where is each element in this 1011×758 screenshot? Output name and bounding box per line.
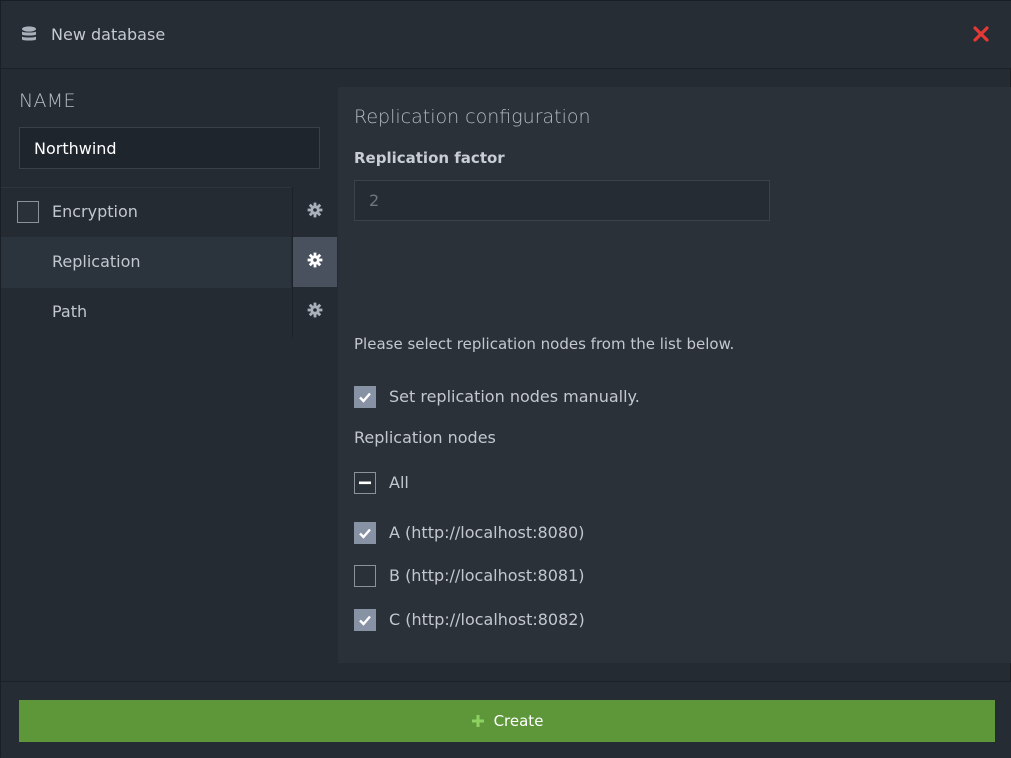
sidebar-item-body[interactable]: Replication <box>1 237 291 287</box>
close-icon[interactable] <box>970 23 992 45</box>
sidebar-item-replication[interactable]: Replication <box>1 237 337 287</box>
database-name-input[interactable] <box>19 127 320 169</box>
node-all-label: All <box>389 473 409 492</box>
dialog-title: New database <box>51 25 166 44</box>
node-all-checkbox[interactable] <box>354 472 376 494</box>
node-c-checkbox[interactable] <box>354 609 376 631</box>
check-icon <box>359 392 371 403</box>
sidebar-item-body[interactable]: Path <box>1 287 291 337</box>
check-icon <box>359 528 371 539</box>
replication-nodes-label: Replication nodes <box>354 428 496 447</box>
dialog-footer: Create <box>1 681 1011 758</box>
replication-panel: Replication configuration Replication fa… <box>338 87 1011 663</box>
gear-icon <box>307 252 323 272</box>
node-b-checkbox[interactable] <box>354 565 376 587</box>
sidebar-item-label: Replication <box>52 252 141 271</box>
node-a-label: A (http://localhost:8080) <box>389 523 585 542</box>
plus-icon <box>471 715 484 727</box>
sidebar-item-label: Path <box>52 302 88 321</box>
manual-nodes-checkbox[interactable] <box>354 386 376 408</box>
minus-icon <box>359 481 371 485</box>
create-button-label: Create <box>493 712 544 730</box>
check-icon <box>359 615 371 626</box>
sidebar-item-label: Encryption <box>52 202 138 221</box>
manual-nodes-label: Set replication nodes manually. <box>389 387 640 406</box>
replication-factor-input: 2 <box>354 180 770 221</box>
panel-title: Replication configuration <box>354 106 591 128</box>
database-icon <box>20 25 38 45</box>
sidebar-item-body[interactable]: Encryption <box>1 187 291 237</box>
path-settings-button[interactable] <box>292 287 337 337</box>
replication-factor-label: Replication factor <box>354 149 505 167</box>
node-b-label: B (http://localhost:8081) <box>389 566 585 585</box>
encryption-checkbox[interactable] <box>17 201 39 223</box>
create-button[interactable]: Create <box>19 700 995 742</box>
dialog-header: New database <box>1 1 1011 69</box>
gear-icon <box>307 302 323 322</box>
replication-settings-button[interactable] <box>292 237 337 287</box>
node-a-checkbox[interactable] <box>354 522 376 544</box>
encryption-settings-button[interactable] <box>292 187 337 237</box>
gear-icon <box>307 202 323 222</box>
name-label: NAME <box>19 90 76 112</box>
sidebar-item-path[interactable]: Path <box>1 287 337 337</box>
node-c-label: C (http://localhost:8082) <box>389 610 585 629</box>
new-database-dialog: New database NAME Encryption Replication <box>0 0 1011 758</box>
sidebar-item-encryption[interactable]: Encryption <box>1 187 337 237</box>
replication-hint: Please select replication nodes from the… <box>354 335 735 353</box>
